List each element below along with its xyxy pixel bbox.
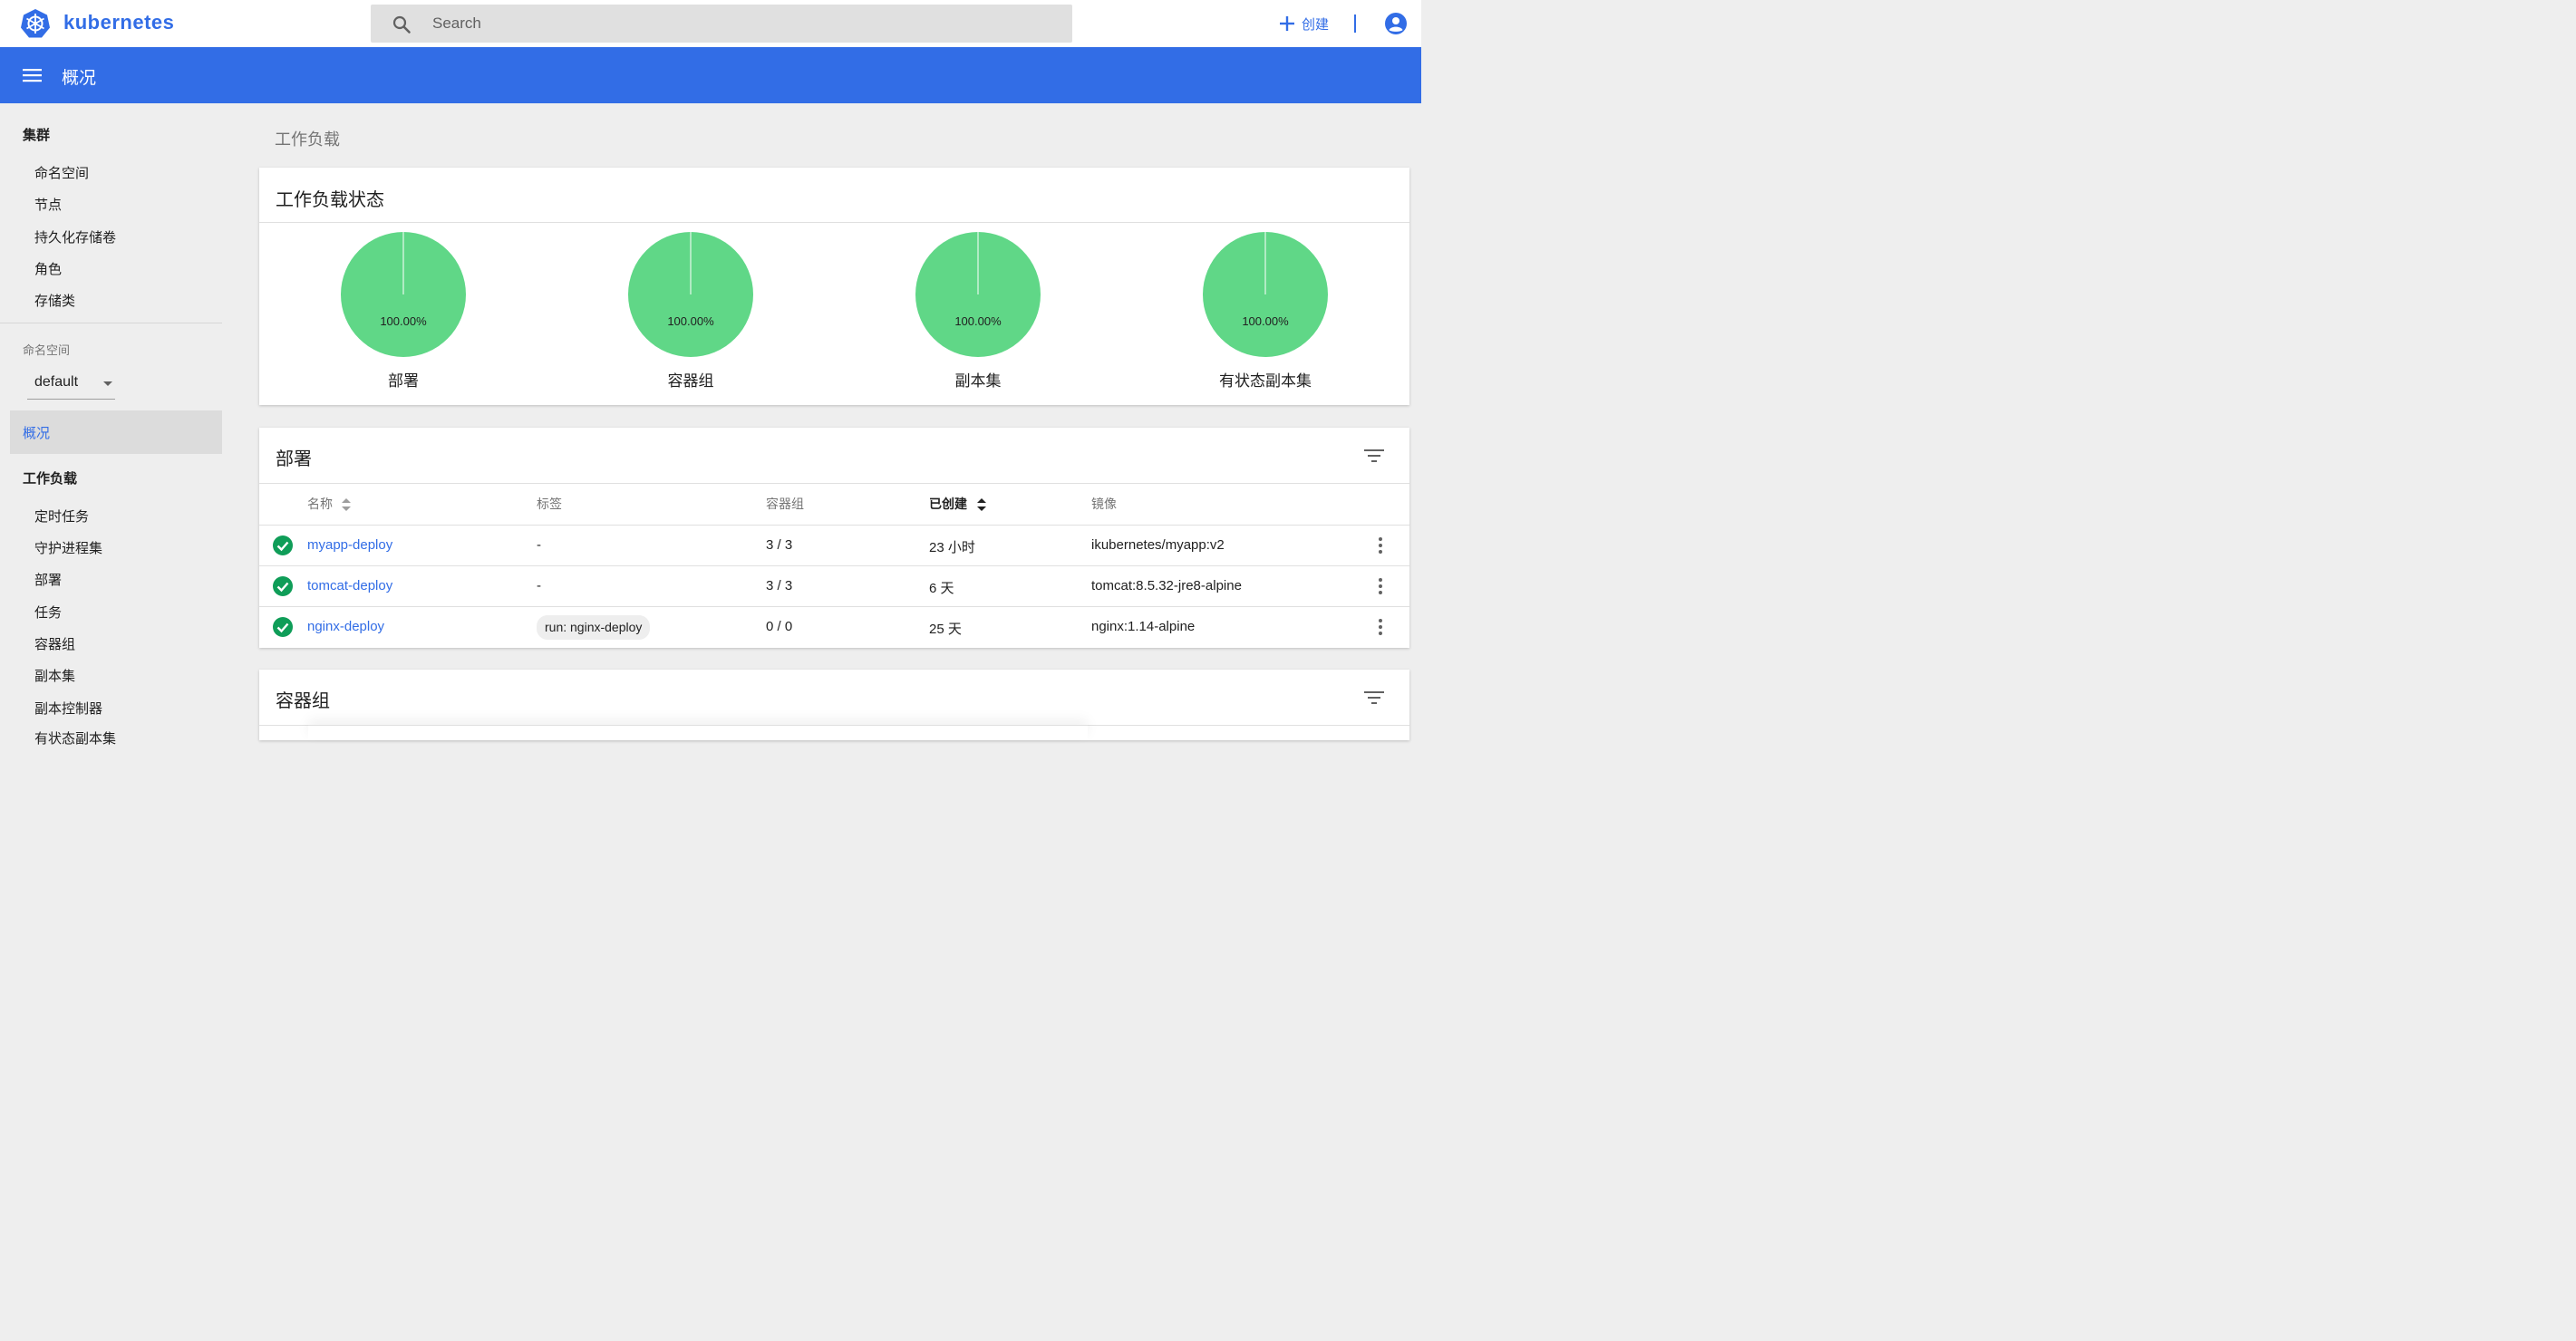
check-circle-icon (273, 576, 293, 596)
deployment-name-link[interactable]: nginx-deploy (307, 619, 384, 634)
workload-status-title: 工作负载状态 (276, 188, 384, 210)
sidebar-item-deployments[interactable]: 部署 (34, 570, 62, 589)
namespace-label: 命名空间 (23, 344, 71, 358)
pie-chart-deployments: 100.00% (341, 232, 466, 357)
column-header-name[interactable]: 名称 (307, 495, 352, 513)
deployment-labels: - (537, 537, 541, 553)
pie-percent-statefulsets: 100.00% (1242, 314, 1289, 328)
deployment-created: 23 小时 (929, 540, 975, 555)
caret-down-icon (103, 381, 112, 386)
kubernetes-logo-icon[interactable] (20, 8, 51, 39)
app-bar: 概况 (0, 47, 1421, 103)
sidebar-item-roles[interactable]: 角色 (34, 259, 62, 278)
account-icon[interactable] (1384, 12, 1408, 35)
column-header-pods: 容器组 (766, 497, 804, 512)
label-chip[interactable]: run: nginx-deploy (537, 615, 651, 640)
row-divider (259, 606, 1409, 607)
pie-label-statefulsets: 有状态副本集 (1219, 372, 1312, 391)
sidebar: 集群 命名空间 节点 持久化存储卷 角色 存储类 命名空间 default 概况… (0, 103, 231, 747)
search-input[interactable] (432, 5, 1058, 43)
filter-icon[interactable] (1364, 449, 1384, 463)
deployment-name-link[interactable]: tomcat-deploy (307, 578, 392, 593)
more-vert-icon[interactable] (1375, 536, 1386, 555)
sidebar-item-pods[interactable]: 容器组 (34, 634, 75, 653)
sort-icon (976, 498, 986, 511)
pie-label-replicasets: 副本集 (954, 372, 1002, 391)
sidebar-item-statefulsets[interactable]: 有状态副本集 (34, 728, 116, 748)
section-breadcrumb: 工作负载 (275, 130, 340, 150)
sort-icon (342, 498, 352, 511)
column-header-labels: 标签 (537, 497, 562, 512)
scroll-fade (308, 725, 1088, 740)
deployment-pods: 0 / 0 (766, 619, 793, 634)
pie-label-deployments: 部署 (388, 372, 419, 391)
deployments-card: 部署 (259, 428, 1409, 648)
brand-name[interactable]: kubernetes (63, 11, 174, 34)
search-bar[interactable] (371, 5, 1072, 43)
sidebar-item-persistent-volumes[interactable]: 持久化存储卷 (34, 227, 116, 246)
pie-chart-replicasets: 100.00% (915, 232, 1041, 357)
sidebar-item-storage-classes[interactable]: 存储类 (34, 291, 75, 310)
deployment-pods: 3 / 3 (766, 578, 793, 593)
deployment-pods: 3 / 3 (766, 537, 793, 553)
page-title: 概况 (62, 68, 97, 88)
more-vert-icon[interactable] (1375, 577, 1386, 595)
deployment-name-link[interactable]: myapp-deploy (307, 537, 392, 553)
deployment-labels: - (537, 578, 541, 593)
sidebar-item-replicasets[interactable]: 副本集 (34, 666, 75, 685)
card-divider (259, 222, 1409, 223)
create-label: 创建 (1302, 15, 1330, 33)
pie-chart-pods: 100.00% (628, 232, 753, 357)
deployment-created: 25 天 (929, 622, 962, 637)
sidebar-item-overview[interactable]: 概况 (10, 410, 222, 454)
row-divider (259, 525, 1409, 526)
deployment-image: nginx:1.14-alpine (1091, 619, 1196, 634)
pie-chart-statefulsets: 100.00% (1203, 232, 1328, 357)
card-divider (259, 483, 1409, 484)
sidebar-heading-workloads[interactable]: 工作负载 (23, 468, 77, 487)
sidebar-item-cronjobs[interactable]: 定时任务 (34, 506, 89, 526)
deployments-title: 部署 (276, 448, 312, 469)
check-circle-icon (273, 617, 293, 637)
sidebar-item-replication-controllers[interactable]: 副本控制器 (34, 699, 102, 718)
pods-title: 容器组 (276, 690, 330, 711)
namespace-value: default (34, 374, 79, 390)
sidebar-heading-cluster[interactable]: 集群 (23, 125, 50, 144)
sidebar-item-nodes[interactable]: 节点 (34, 195, 62, 214)
pie-percent-pods: 100.00% (667, 314, 714, 328)
row-divider (259, 565, 1409, 566)
column-header-created[interactable]: 已创建 (929, 495, 986, 513)
plus-icon (1280, 16, 1294, 31)
deployment-image: ikubernetes/myapp:v2 (1091, 537, 1225, 553)
sidebar-item-jobs[interactable]: 任务 (34, 603, 62, 622)
sidebar-item-overview-label: 概况 (23, 425, 51, 441)
deployment-image: tomcat:8.5.32-jre8-alpine (1091, 578, 1242, 593)
column-header-created-label: 已创建 (929, 497, 967, 512)
column-header-name-label: 名称 (307, 497, 333, 512)
sidebar-item-daemonsets[interactable]: 守护进程集 (34, 538, 102, 557)
sidebar-item-namespaces[interactable]: 命名空间 (34, 163, 89, 182)
column-header-images: 镜像 (1091, 497, 1117, 512)
deployment-created: 6 天 (929, 581, 954, 596)
search-icon (392, 15, 411, 34)
pie-label-pods: 容器组 (667, 372, 714, 391)
pie-percent-deployments: 100.00% (380, 314, 427, 328)
more-vert-icon[interactable] (1375, 618, 1386, 636)
check-circle-icon (273, 535, 293, 555)
menu-icon[interactable] (22, 64, 44, 86)
top-divider (1354, 14, 1356, 33)
filter-icon[interactable] (1364, 690, 1384, 705)
create-button[interactable]: 创建 (1278, 13, 1329, 34)
pie-percent-replicasets: 100.00% (954, 314, 1002, 328)
top-bar: kubernetes 创建 (0, 0, 1421, 47)
namespace-select[interactable]: default (27, 369, 115, 400)
